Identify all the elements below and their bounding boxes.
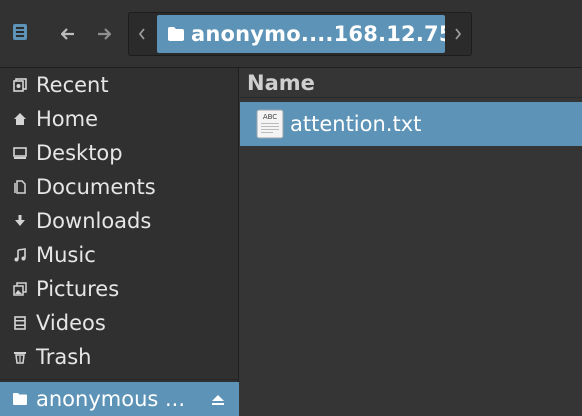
- back-button[interactable]: [52, 16, 84, 52]
- eject-button[interactable]: [211, 382, 225, 416]
- music-icon: [10, 245, 30, 265]
- sidebar-item-mount[interactable]: anonymous ...: [0, 382, 239, 416]
- column-header-label: Name: [247, 70, 315, 95]
- chevron-right-icon: [454, 25, 462, 44]
- sidebar-item-label: Music: [36, 243, 96, 267]
- sidebar-item-music[interactable]: Music: [0, 238, 239, 272]
- download-icon: [10, 211, 30, 231]
- sidebar-item-label: Home: [36, 107, 99, 131]
- trash-icon: [10, 347, 30, 367]
- arrow-left-icon: [60, 25, 75, 44]
- eject-icon: [211, 387, 225, 411]
- sidebar-item-label: Desktop: [36, 141, 123, 165]
- folder-icon: [167, 26, 185, 42]
- text-file-icon: ABC: [256, 109, 284, 139]
- sidebar-item-recent[interactable]: Recent: [0, 68, 239, 102]
- path-scroll-right-button[interactable]: [445, 13, 471, 55]
- file-row[interactable]: ABC attention.txt: [240, 102, 582, 146]
- sidebar-item-label: Videos: [36, 311, 106, 335]
- sidebar-item-desktop[interactable]: Desktop: [0, 136, 239, 170]
- home-icon: [10, 109, 30, 129]
- path-crumb-label: anonymo....168.12.75: [191, 22, 445, 46]
- documents-icon: [10, 177, 30, 197]
- file-view: Name ABC attention.txt: [240, 68, 582, 415]
- pictures-icon: [10, 279, 30, 299]
- desktop-icon: [10, 143, 30, 163]
- sidebar-item-label: Recent: [36, 73, 109, 97]
- file-name: attention.txt: [290, 112, 422, 136]
- folder-icon: [10, 389, 30, 409]
- path-scroll-left-button[interactable]: [129, 13, 155, 55]
- forward-button[interactable]: [88, 16, 120, 52]
- sidebar-separator: [0, 379, 239, 380]
- chevron-left-icon: [138, 25, 146, 44]
- sidebar-item-label: Documents: [36, 175, 156, 199]
- arrow-right-icon: [97, 25, 112, 44]
- header-bar: anonymo....168.12.75: [0, 0, 582, 68]
- sidebar-item-pictures[interactable]: Pictures: [0, 272, 239, 306]
- svg-text:ABC: ABC: [263, 113, 277, 121]
- sidebar-item-label: Pictures: [36, 277, 120, 301]
- videos-icon: [10, 313, 30, 333]
- sidebar-item-downloads[interactable]: Downloads: [0, 204, 239, 238]
- sidebar-item-label: Downloads: [36, 209, 152, 233]
- sidebar-item-documents[interactable]: Documents: [0, 170, 239, 204]
- path-crumb-current[interactable]: anonymo....168.12.75: [157, 15, 445, 53]
- recent-icon: [10, 75, 30, 95]
- sidebar-item-videos[interactable]: Videos: [0, 306, 239, 340]
- sidebar-toggle-button[interactable]: [2, 12, 38, 56]
- column-header-name[interactable]: Name: [240, 68, 582, 98]
- sidebar-item-label: Trash: [36, 345, 92, 369]
- sidebar-item-home[interactable]: Home: [0, 102, 239, 136]
- sidebar-icon: [12, 23, 28, 45]
- sidebar-item-label: anonymous ...: [36, 387, 186, 411]
- path-bar: anonymo....168.12.75: [128, 12, 472, 56]
- sidebar-item-trash[interactable]: Trash: [0, 340, 239, 374]
- sidebar: Recent Home Desktop Documents Downloads …: [0, 68, 239, 416]
